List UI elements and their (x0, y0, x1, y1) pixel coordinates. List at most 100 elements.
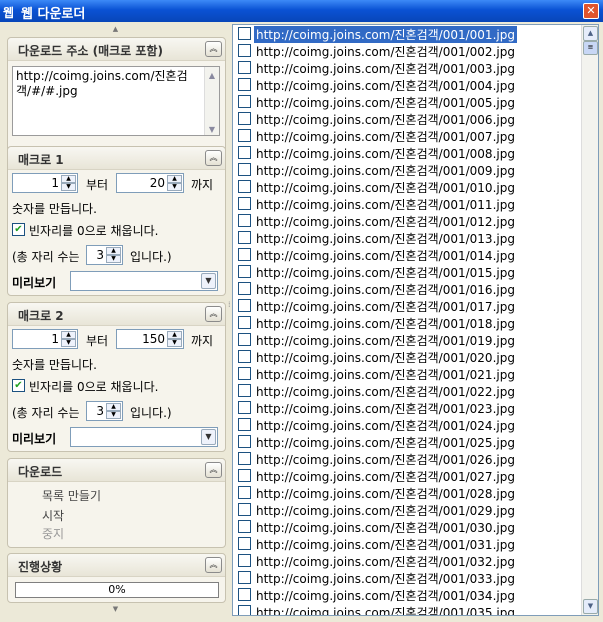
macro1-pad-zero-checkbox[interactable]: ✔ (12, 223, 25, 236)
download-header[interactable]: 다운로드 ︽ (8, 459, 225, 482)
list-item[interactable]: http://coimg.joins.com/진혼검객/001/026.jpg (234, 450, 579, 467)
list-item-checkbox[interactable] (238, 605, 251, 615)
list-item-checkbox[interactable] (238, 214, 251, 227)
list-item[interactable]: http://coimg.joins.com/진혼검객/001/014.jpg (234, 246, 579, 263)
stepper-down-icon[interactable]: ▼ (106, 411, 121, 419)
splitter-handle[interactable]: ⁞ (228, 300, 231, 320)
start-link[interactable]: 시작 (42, 507, 64, 524)
stepper-up-icon[interactable]: ▲ (167, 331, 182, 339)
macro2-digits-stepper[interactable]: 3 ▲ ▼ (86, 401, 123, 421)
list-item[interactable]: http://coimg.joins.com/진혼검객/001/024.jpg (234, 416, 579, 433)
list-item[interactable]: http://coimg.joins.com/진혼검객/001/015.jpg (234, 263, 579, 280)
list-item[interactable]: http://coimg.joins.com/진혼검객/001/013.jpg (234, 229, 579, 246)
list-item-checkbox[interactable] (238, 554, 251, 567)
list-item-checkbox[interactable] (238, 418, 251, 431)
stepper-up-icon[interactable]: ▲ (61, 331, 76, 339)
pane-scroll-up-icon[interactable]: ▲ (4, 24, 227, 34)
list-item-checkbox[interactable] (238, 367, 251, 380)
list-item-checkbox[interactable] (238, 520, 251, 533)
url-template-input[interactable]: http://coimg.joins.com/진혼검객/#/#.jpg ▲ ▼ (12, 66, 220, 136)
list-item[interactable]: http://coimg.joins.com/진혼검객/001/009.jpg (234, 161, 579, 178)
list-item-checkbox[interactable] (238, 503, 251, 516)
list-item[interactable]: http://coimg.joins.com/진혼검객/001/033.jpg (234, 569, 579, 586)
stepper-up-icon[interactable]: ▲ (106, 403, 121, 411)
stop-link[interactable]: 중지 (42, 525, 64, 542)
list-item-checkbox[interactable] (238, 435, 251, 448)
list-item[interactable]: http://coimg.joins.com/진혼검객/001/029.jpg (234, 501, 579, 518)
list-item[interactable]: http://coimg.joins.com/진혼검객/001/022.jpg (234, 382, 579, 399)
list-item-checkbox[interactable] (238, 333, 251, 346)
list-item[interactable]: http://coimg.joins.com/진혼검객/001/017.jpg (234, 297, 579, 314)
chevron-up-icon[interactable]: ︽ (205, 306, 222, 322)
list-item-checkbox[interactable] (238, 231, 251, 244)
stepper-down-icon[interactable]: ▼ (167, 339, 182, 347)
list-item[interactable]: http://coimg.joins.com/진혼검객/001/028.jpg (234, 484, 579, 501)
list-item-checkbox[interactable] (238, 44, 251, 57)
chevron-up-icon[interactable]: ︽ (205, 462, 222, 478)
list-item[interactable]: http://coimg.joins.com/진혼검객/001/032.jpg (234, 552, 579, 569)
list-item-checkbox[interactable] (238, 27, 251, 40)
list-item[interactable]: http://coimg.joins.com/진혼검객/001/020.jpg (234, 348, 579, 365)
list-item[interactable]: http://coimg.joins.com/진혼검객/001/023.jpg (234, 399, 579, 416)
list-item-checkbox[interactable] (238, 316, 251, 329)
list-item[interactable]: http://coimg.joins.com/진혼검객/001/002.jpg (234, 42, 579, 59)
list-item[interactable]: http://coimg.joins.com/진혼검객/001/004.jpg (234, 76, 579, 93)
list-item-checkbox[interactable] (238, 588, 251, 601)
stepper-up-icon[interactable]: ▲ (106, 247, 121, 255)
chevron-down-icon[interactable]: ▼ (201, 273, 216, 289)
macro2-pad-zero-checkbox[interactable]: ✔ (12, 379, 25, 392)
list-item[interactable]: http://coimg.joins.com/진혼검객/001/034.jpg (234, 586, 579, 603)
list-scrollbar[interactable]: ▲ ≡ ▼ (581, 25, 598, 615)
list-item-checkbox[interactable] (238, 350, 251, 363)
list-item-checkbox[interactable] (238, 163, 251, 176)
stepper-up-icon[interactable]: ▲ (61, 175, 76, 183)
scroll-up-icon[interactable]: ▲ (206, 68, 218, 80)
stepper-up-icon[interactable]: ▲ (167, 175, 182, 183)
list-item[interactable]: http://coimg.joins.com/진혼검객/001/001.jpg (234, 25, 579, 43)
list-item-checkbox[interactable] (238, 282, 251, 295)
list-item-checkbox[interactable] (238, 95, 251, 108)
macro1-preview-dropdown[interactable]: ▼ (70, 271, 218, 291)
list-item-checkbox[interactable] (238, 384, 251, 397)
list-item-checkbox[interactable] (238, 146, 251, 159)
list-item-checkbox[interactable] (238, 571, 251, 584)
stepper-down-icon[interactable]: ▼ (61, 339, 76, 347)
list-item[interactable]: http://coimg.joins.com/진혼검객/001/019.jpg (234, 331, 579, 348)
list-item-checkbox[interactable] (238, 486, 251, 499)
list-item[interactable]: http://coimg.joins.com/진혼검객/001/005.jpg (234, 93, 579, 110)
stepper-down-icon[interactable]: ▼ (167, 183, 182, 191)
chevron-up-icon[interactable]: ︽ (205, 150, 222, 166)
list-item[interactable]: http://coimg.joins.com/진혼검객/001/007.jpg (234, 127, 579, 144)
list-item-checkbox[interactable] (238, 299, 251, 312)
macro1-digits-stepper[interactable]: 3 ▲ ▼ (86, 245, 123, 265)
list-item-checkbox[interactable] (238, 197, 251, 210)
chevron-down-icon[interactable]: ▼ (201, 429, 216, 445)
list-item[interactable]: http://coimg.joins.com/진혼검객/001/018.jpg (234, 314, 579, 331)
list-item-checkbox[interactable] (238, 112, 251, 125)
macro2-to-stepper[interactable]: 150 ▲ ▼ (116, 329, 184, 349)
list-item[interactable]: http://coimg.joins.com/진혼검객/001/030.jpg (234, 518, 579, 535)
stepper-down-icon[interactable]: ▼ (61, 183, 76, 191)
list-item[interactable]: http://coimg.joins.com/진혼검객/001/008.jpg (234, 144, 579, 161)
list-item-checkbox[interactable] (238, 61, 251, 74)
list-item[interactable]: http://coimg.joins.com/진혼검객/001/006.jpg (234, 110, 579, 127)
list-item-checkbox[interactable] (238, 180, 251, 193)
list-item-checkbox[interactable] (238, 452, 251, 465)
chevron-up-icon[interactable]: ︽ (205, 557, 222, 573)
address-group-header[interactable]: 다운로드 주소 (매크로 포함) ︽ (8, 38, 225, 61)
macro2-from-stepper[interactable]: 1 ▲ ▼ (12, 329, 78, 349)
url-scrollbar[interactable]: ▲ ▼ (204, 67, 219, 135)
list-item[interactable]: http://coimg.joins.com/진혼검객/001/021.jpg (234, 365, 579, 382)
list-item-checkbox[interactable] (238, 78, 251, 91)
scroll-thumb[interactable]: ≡ (583, 41, 598, 55)
pane-scroll-down-icon[interactable]: ▼ (4, 604, 227, 614)
scroll-down-icon[interactable]: ▼ (583, 599, 598, 614)
list-item-checkbox[interactable] (238, 401, 251, 414)
list-item-checkbox[interactable] (238, 129, 251, 142)
macro2-header[interactable]: 매크로 2 ︽ (8, 303, 225, 326)
list-item[interactable]: http://coimg.joins.com/진혼검객/001/031.jpg (234, 535, 579, 552)
close-button[interactable]: ✕ (583, 3, 599, 19)
macro1-header[interactable]: 매크로 1 ︽ (8, 147, 225, 170)
list-item[interactable]: http://coimg.joins.com/진혼검객/001/003.jpg (234, 59, 579, 76)
list-item[interactable]: http://coimg.joins.com/진혼검객/001/027.jpg (234, 467, 579, 484)
